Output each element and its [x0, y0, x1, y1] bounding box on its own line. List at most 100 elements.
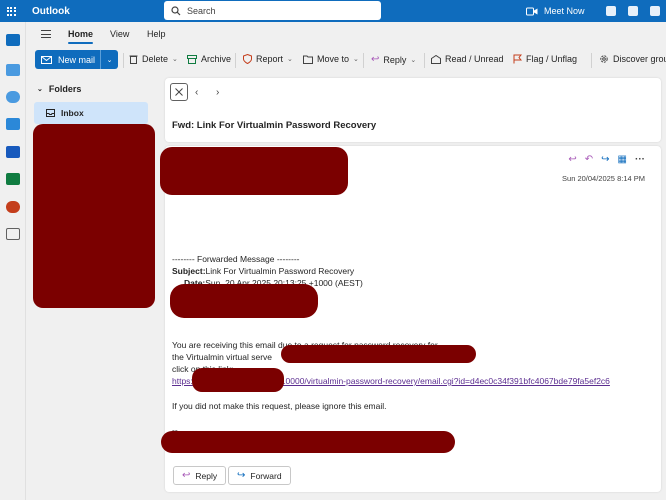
reply-all-icon[interactable]: ↶ [585, 154, 593, 165]
search-input[interactable]: Search [187, 6, 216, 16]
archive-button[interactable]: Archive [187, 54, 231, 64]
redacted-block [33, 124, 155, 308]
ignore-line: If you did not make this request, please… [172, 401, 387, 411]
gear-icon [600, 55, 608, 63]
reply-label: Reply [383, 54, 407, 65]
reading-pane-header: ‹ › Fwd: Link For Virtualmin Password Re… [165, 78, 661, 142]
command-toolbar: New mail ⌄ Delete ⌄ Archive Report ⌄ Mov… [27, 46, 666, 74]
video-camera-icon [526, 7, 538, 15]
read-unread-button[interactable]: Read / Unread [431, 54, 504, 64]
message-date: Sun 20/04/2025 8:14 PM [562, 174, 645, 183]
report-button[interactable]: Report ⌄ [243, 54, 293, 64]
toolbar-divider [363, 53, 364, 68]
meet-now-button[interactable]: Meet Now [526, 0, 585, 22]
teams-icon[interactable] [606, 6, 616, 16]
top-bar: Outlook Search Meet Now [0, 0, 666, 22]
flag-unflag-button[interactable]: Flag / Unflag [513, 54, 577, 64]
reply-icon: ↩ [182, 470, 191, 481]
more-options-icon[interactable]: ··· [635, 154, 645, 165]
redacted-from [170, 284, 318, 318]
discover-groups-label: Discover grou [613, 54, 666, 64]
move-to-label: Move to [317, 54, 350, 64]
subject-value: Link For Virtualmin Password Recovery [205, 266, 355, 276]
chevron-down-icon[interactable]: ⌄ [410, 56, 416, 64]
mail-icon[interactable] [6, 34, 20, 46]
redacted-server [281, 345, 476, 363]
toolbar-divider [591, 53, 592, 68]
forwarded-header: -------- Forwarded Message -------- [172, 254, 300, 264]
previous-icon[interactable]: ‹ [195, 87, 198, 98]
chevron-down-icon[interactable]: ⌄ [353, 55, 359, 63]
message-subject: Fwd: Link For Virtualmin Password Recove… [172, 120, 377, 131]
envelope-icon [41, 55, 52, 64]
new-mail-button[interactable]: New mail ⌄ [35, 50, 118, 69]
folder-label: Inbox [61, 108, 84, 118]
powerpoint-icon[interactable] [6, 201, 20, 213]
excel-icon[interactable] [6, 173, 20, 185]
flag-icon [513, 54, 522, 64]
close-button[interactable] [170, 83, 188, 101]
link-end: 10000/virtualmin-password-recovery/email… [280, 376, 610, 386]
more-apps-icon[interactable] [6, 228, 20, 240]
app-launcher-icon[interactable] [0, 0, 22, 22]
redacted-host [192, 368, 284, 392]
next-icon[interactable]: › [216, 87, 219, 98]
reading-pane-body: ↩ ↶ ↪ ▦ ··· Sun 20/04/2025 8:14 PM -----… [160, 146, 661, 492]
tab-help[interactable]: Help [147, 29, 166, 39]
word-icon[interactable] [650, 6, 660, 16]
delete-button[interactable]: Delete ⌄ [129, 54, 178, 64]
chevron-down-icon[interactable]: ⌄ [172, 55, 178, 63]
redacted-sender [160, 147, 348, 195]
forward-label: Forward [250, 470, 282, 481]
folder-item-inbox[interactable]: Inbox [34, 102, 148, 124]
todo-icon[interactable] [6, 118, 20, 130]
word-icon[interactable] [6, 146, 20, 158]
move-to-button[interactable]: Move to ⌄ [303, 54, 359, 64]
calendar-icon[interactable] [6, 64, 20, 76]
new-mail-label: New mail [58, 54, 96, 65]
forward-button[interactable]: ↪ Forward [228, 466, 291, 485]
toolbar-divider [123, 53, 124, 68]
folder-pane: ⌄ Folders Inbox [27, 76, 157, 500]
archive-label: Archive [201, 54, 232, 64]
folders-heading: Folders [48, 84, 82, 94]
folders-header[interactable]: ⌄ Folders [37, 84, 81, 94]
forward-icon[interactable]: ↪ [601, 154, 609, 165]
tab-home[interactable]: Home [68, 29, 94, 44]
archive-icon [187, 54, 197, 64]
search-box[interactable]: Search [164, 1, 381, 20]
app-rail [0, 22, 26, 500]
trash-icon [129, 55, 138, 64]
app-title: Outlook [32, 5, 70, 17]
redacted-signature [161, 431, 455, 453]
calendar-grid-icon[interactable]: ▦ [618, 154, 627, 165]
chevron-down-icon[interactable]: ⌄ [101, 56, 118, 64]
search-icon [171, 5, 181, 15]
body-line-2-start: the Virtualmin virtual serve [172, 352, 272, 362]
delete-label: Delete [142, 54, 169, 64]
hamburger-icon[interactable] [41, 30, 51, 41]
link-start: https: [172, 376, 193, 386]
forwarded-subject: Subject:Link For Virtualmin Password Rec… [172, 266, 354, 276]
toolbar-divider [235, 53, 236, 68]
reply-icon[interactable]: ↩ [568, 154, 576, 165]
reply-button[interactable]: ↩ Reply [173, 466, 227, 485]
chevron-down-icon: ⌄ [37, 86, 43, 93]
shield-icon [243, 54, 252, 64]
top-right-icons [606, 0, 666, 22]
report-label: Report [256, 54, 284, 64]
office-icon[interactable] [628, 6, 638, 16]
subject-label: Subject: [172, 266, 206, 276]
toolbar-divider [424, 53, 425, 68]
tab-view[interactable]: View [110, 29, 129, 39]
folder-move-icon [303, 55, 313, 64]
reply-label: Reply [195, 470, 218, 481]
chevron-down-icon[interactable]: ⌄ [287, 55, 293, 63]
meet-now-label: Meet Now [544, 6, 585, 16]
people-icon[interactable] [6, 91, 20, 103]
envelope-open-icon [431, 54, 441, 64]
flag-unflag-label: Flag / Unflag [526, 54, 578, 64]
reply-button[interactable]: ↩ Reply ⌄ [371, 54, 416, 65]
discover-groups-button[interactable]: Discover grou [599, 54, 666, 64]
inbox-icon [46, 109, 55, 117]
